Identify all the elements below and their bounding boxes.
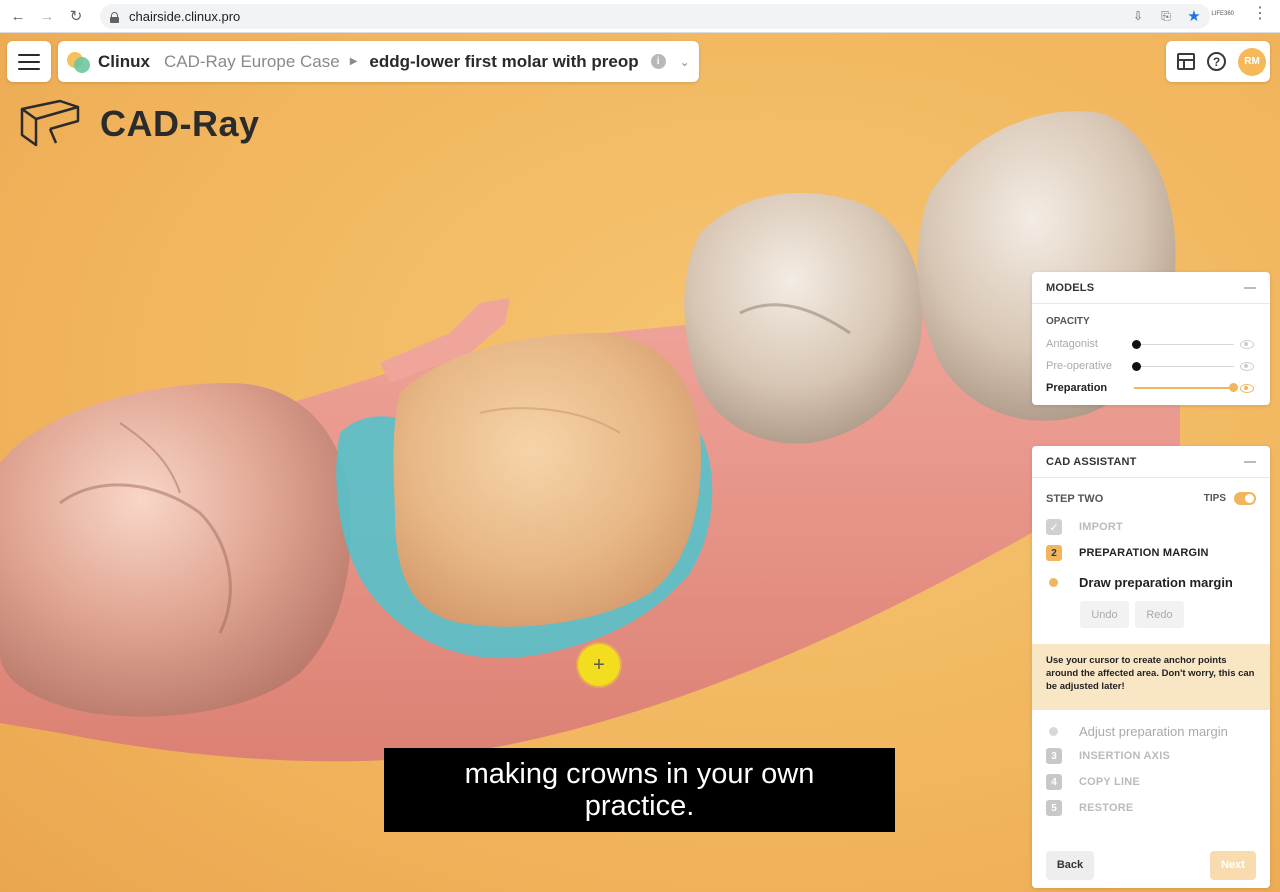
- preparation-opacity-slider[interactable]: [1134, 383, 1238, 392]
- tips-label: TIPS: [1203, 493, 1226, 504]
- slider-handle[interactable]: [1229, 383, 1238, 392]
- substep-adjust-margin[interactable]: Adjust preparation margin: [1046, 718, 1256, 744]
- collapse-icon[interactable]: [1244, 460, 1256, 463]
- undo-button[interactable]: Undo: [1080, 601, 1129, 628]
- breadcrumb-case[interactable]: CAD-Ray Europe Case: [164, 52, 340, 72]
- tip-box: Use your cursor to create anchor points …: [1032, 644, 1270, 710]
- slider-preparation: Preparation: [1032, 377, 1270, 399]
- layout-icon[interactable]: [1177, 53, 1195, 70]
- step-label: COPY LINE: [1079, 776, 1140, 788]
- step-label: PREPARATION MARGIN: [1079, 547, 1209, 559]
- clinux-logo: [67, 50, 91, 74]
- slider-handle[interactable]: [1132, 361, 1141, 371]
- share-icon[interactable]: ⎘: [1158, 8, 1174, 24]
- collapse-icon[interactable]: [1244, 286, 1256, 289]
- hamburger-menu-icon[interactable]: [7, 41, 51, 82]
- back-arrow-icon[interactable]: ←: [7, 5, 29, 27]
- substep-label: Adjust preparation margin: [1079, 723, 1228, 739]
- lock-icon: [110, 11, 119, 23]
- antagonist-opacity-slider[interactable]: [1132, 339, 1234, 349]
- step-label: RESTORE: [1079, 802, 1134, 814]
- slider-preoperative: Pre-operative: [1032, 355, 1270, 377]
- models-title: MODELS: [1046, 281, 1095, 294]
- cad-assistant-header: CAD ASSISTANT: [1032, 446, 1270, 478]
- substep-dot-icon: [1049, 577, 1058, 587]
- chevron-down-icon[interactable]: ⌄: [680, 55, 690, 69]
- cadray-logo: CAD-Ray: [20, 99, 260, 149]
- subtitle-text: making crowns in your own practice.: [464, 758, 815, 822]
- steps-list: ✓ IMPORT 2 PREPARATION MARGIN Draw prepa…: [1032, 505, 1270, 628]
- cad-assistant-footer: Back Next: [1032, 842, 1270, 888]
- step-label: IMPORT: [1079, 521, 1123, 533]
- tips-control: TIPS: [1204, 492, 1256, 505]
- header-actions: ? RM: [1166, 41, 1270, 82]
- step-number: 2: [1046, 545, 1062, 561]
- browser-toolbar: ← → ↻ chairside.clinux.pro ⇩ ⎘ ★ LIFE360…: [0, 0, 1280, 33]
- address-bar[interactable]: chairside.clinux.pro ⇩ ⎘ ★: [100, 4, 1210, 29]
- slider-label: Preparation: [1046, 382, 1108, 394]
- forward-arrow-icon[interactable]: →: [36, 5, 58, 27]
- step-preparation-margin[interactable]: 2 PREPARATION MARGIN: [1046, 541, 1256, 565]
- eye-icon[interactable]: [1240, 383, 1254, 393]
- step-number: 3: [1046, 748, 1062, 764]
- step-title: STEP TWO: [1046, 492, 1104, 505]
- eye-icon[interactable]: [1240, 339, 1254, 349]
- undo-redo-row: Undo Redo: [1080, 601, 1256, 628]
- step-import[interactable]: ✓ IMPORT: [1046, 515, 1256, 539]
- brand-name[interactable]: Clinux: [98, 52, 150, 72]
- info-icon[interactable]: i: [650, 54, 666, 69]
- eye-icon[interactable]: [1240, 361, 1254, 371]
- browser-menu-icon[interactable]: ⋮: [1252, 6, 1268, 22]
- cadray-logo-text: CAD-Ray: [100, 103, 260, 144]
- step-number: 4: [1046, 774, 1062, 790]
- step-label: INSERTION AXIS: [1079, 750, 1171, 762]
- step-number: 5: [1046, 800, 1062, 816]
- upcoming-steps-list: Adjust preparation margin 3 INSERTION AX…: [1032, 710, 1270, 820]
- help-icon[interactable]: ?: [1207, 52, 1226, 71]
- models-panel-header: MODELS: [1032, 272, 1270, 304]
- install-icon[interactable]: ⇩: [1130, 8, 1146, 24]
- preoperative-opacity-slider[interactable]: [1132, 361, 1234, 371]
- tips-toggle[interactable]: [1234, 492, 1256, 505]
- slider-label: Antagonist: [1046, 338, 1098, 350]
- step-restore[interactable]: 5 RESTORE: [1046, 796, 1256, 820]
- redo-button[interactable]: Redo: [1135, 601, 1184, 628]
- crosshair-cursor-icon: +: [578, 644, 620, 686]
- back-button[interactable]: Back: [1046, 850, 1094, 880]
- cadray-mark-icon: [20, 99, 80, 147]
- url-text: chairside.clinux.pro: [129, 9, 241, 24]
- breadcrumb-current: eddg-lower first molar with preop: [369, 51, 639, 71]
- reload-icon[interactable]: ↻: [65, 5, 87, 27]
- breadcrumb-separator-icon: ▶: [349, 56, 358, 67]
- substep-dot-icon: [1049, 726, 1058, 736]
- slider-label: Pre-operative: [1046, 360, 1113, 372]
- step-copy-line[interactable]: 4 COPY LINE: [1046, 770, 1256, 794]
- next-button[interactable]: Next: [1210, 850, 1256, 880]
- check-icon: ✓: [1046, 519, 1062, 535]
- extension-badge[interactable]: LIFE360: [1211, 11, 1234, 17]
- slider-handle[interactable]: [1132, 339, 1141, 349]
- video-subtitle: making crowns in your own practice.: [384, 748, 895, 832]
- substep-label: Draw preparation margin: [1079, 574, 1233, 590]
- breadcrumb: Clinux CAD-Ray Europe Case ▶ eddg-lower …: [58, 41, 699, 82]
- step-insertion-axis[interactable]: 3 INSERTION AXIS: [1046, 744, 1256, 768]
- models-panel: MODELS OPACITY Antagonist Pre-operative …: [1032, 272, 1270, 405]
- avatar[interactable]: RM: [1238, 47, 1266, 76]
- opacity-label: OPACITY: [1046, 316, 1090, 327]
- bookmark-star-icon[interactable]: ★: [1186, 8, 1202, 25]
- 3d-viewport[interactable]: Clinux CAD-Ray Europe Case ▶ eddg-lower …: [0, 33, 1280, 892]
- cad-assistant-title: CAD ASSISTANT: [1046, 455, 1137, 468]
- slider-antagonist: Antagonist: [1032, 333, 1270, 355]
- substep-draw-margin[interactable]: Draw preparation margin: [1046, 569, 1256, 595]
- step-row: STEP TWO TIPS: [1032, 492, 1270, 505]
- cad-assistant-panel: CAD ASSISTANT STEP TWO TIPS ✓ IMPORT 2 P…: [1032, 446, 1270, 888]
